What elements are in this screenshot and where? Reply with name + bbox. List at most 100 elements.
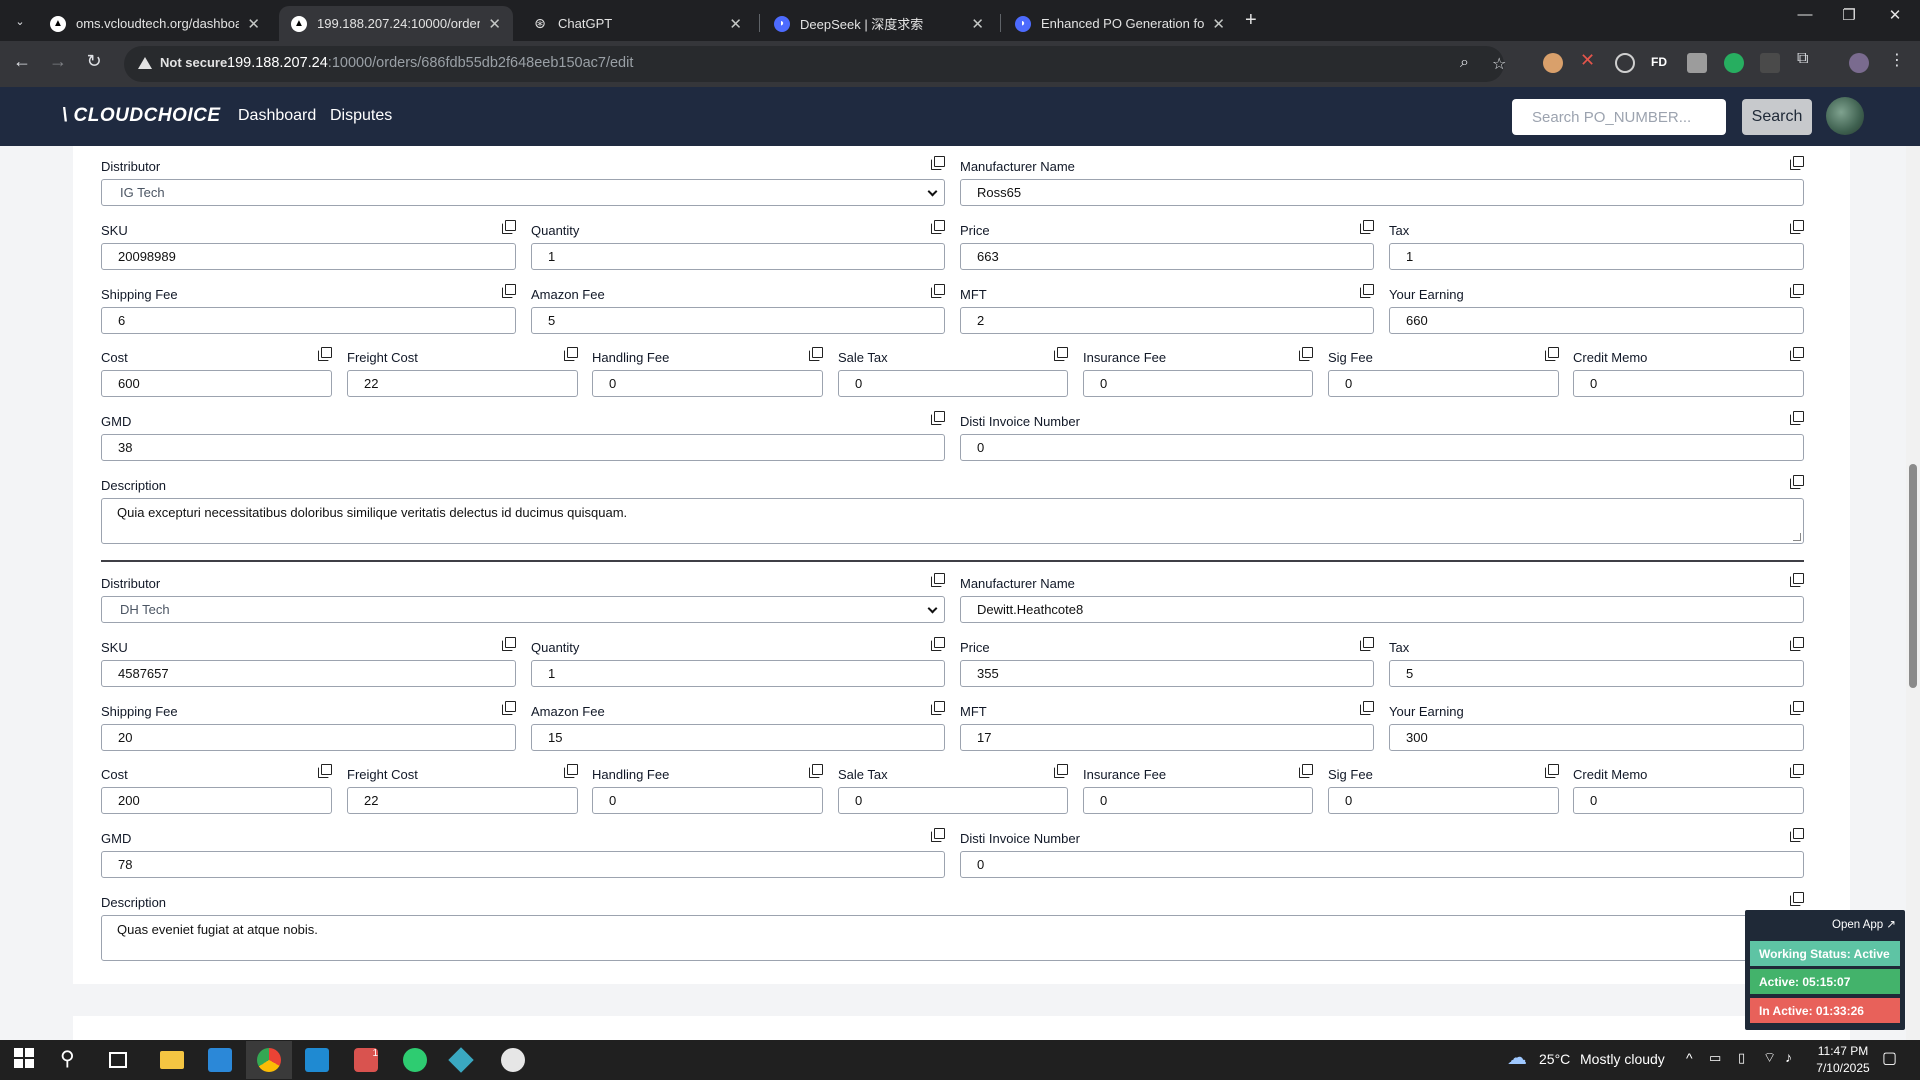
shipping-fee-input[interactable]: 20 (101, 724, 516, 751)
tray-wifi-icon[interactable]: ⌔ (1763, 1049, 1776, 1067)
handling-fee-input[interactable]: 0 (592, 370, 823, 397)
copy-icon[interactable] (1790, 892, 1804, 906)
copy-icon[interactable] (1790, 475, 1804, 489)
copy-icon[interactable] (1790, 411, 1804, 425)
copy-icon[interactable] (1790, 573, 1804, 587)
tab-search-chevron-icon[interactable]: ⌄ (8, 9, 32, 33)
copy-icon[interactable] (1790, 156, 1804, 170)
gmd-input[interactable]: 78 (101, 851, 945, 878)
amazon-fee-input[interactable]: 15 (531, 724, 945, 751)
user-avatar[interactable] (1826, 97, 1864, 135)
disti-invoice-number-input[interactable]: 0 (960, 851, 1804, 878)
tab-deepseek[interactable]: ◗ DeepSeek | 深度求索 ✕ (762, 6, 996, 41)
new-tab-plus-icon[interactable]: + (1245, 9, 1257, 32)
nav-disputes[interactable]: Disputes (330, 107, 392, 125)
address-bar[interactable]: Not secure 199.188.207.24:10000/orders/6… (124, 46, 1506, 82)
copy-icon[interactable] (809, 764, 823, 778)
sku-input[interactable]: 4587657 (101, 660, 516, 687)
task-view-icon[interactable] (109, 1052, 127, 1068)
app-diamond-icon[interactable] (448, 1047, 474, 1073)
description-textarea[interactable]: Quia excepturi necessitatibus doloribus … (101, 498, 1804, 544)
weather-temperature[interactable]: 25°C (1539, 1051, 1570, 1067)
close-tab-icon[interactable]: ✕ (1212, 15, 1225, 33)
copy-icon[interactable] (1054, 764, 1068, 778)
copy-icon[interactable] (564, 347, 578, 361)
copy-icon[interactable] (1545, 347, 1559, 361)
app-green-icon[interactable] (403, 1048, 427, 1072)
manufacturer-name-input[interactable]: Ross65 (960, 179, 1804, 206)
scrollbar-thumb[interactable] (1909, 464, 1917, 688)
distributor-select[interactable]: DH Tech (101, 596, 945, 623)
close-tab-icon[interactable]: ✕ (729, 15, 742, 33)
open-app-button[interactable]: Open App ↗ (1748, 912, 1902, 936)
handling-fee-input[interactable]: 0 (592, 787, 823, 814)
copy-icon[interactable] (931, 828, 945, 842)
app-avatar-icon[interactable] (501, 1048, 525, 1072)
extension-fd-icon[interactable]: FD (1651, 55, 1671, 75)
reload-icon[interactable]: ↻ (80, 51, 108, 72)
amazon-fee-input[interactable]: 5 (531, 307, 945, 334)
manufacturer-name-input[interactable]: Dewitt.Heathcote8 (960, 596, 1804, 623)
resize-grip-icon[interactable] (1793, 533, 1801, 541)
tray-network-icon[interactable]: ▭ (1709, 1050, 1721, 1066)
copy-icon[interactable] (502, 284, 516, 298)
description-textarea[interactable]: Quas eveniet fugiat at atque nobis. (101, 915, 1804, 961)
freight-cost-input[interactable]: 22 (347, 787, 578, 814)
close-tab-icon[interactable]: ✕ (247, 15, 260, 33)
store-icon[interactable] (208, 1048, 232, 1072)
chrome-icon[interactable] (257, 1048, 281, 1072)
close-tab-icon[interactable]: ✕ (488, 15, 501, 33)
restore-icon[interactable]: ❐ (1826, 6, 1872, 24)
copy-icon[interactable] (931, 637, 945, 651)
tax-input[interactable]: 5 (1389, 660, 1804, 687)
sku-input[interactable]: 20098989 (101, 243, 516, 270)
tab-order-edit[interactable]: ▲ 199.188.207.24:10000/orders/6 ✕ (279, 6, 513, 41)
tray-battery-icon[interactable]: ▯ (1738, 1050, 1745, 1066)
cost-input[interactable]: 200 (101, 787, 332, 814)
search-icon[interactable]: ⚲ (60, 1046, 84, 1070)
windows-start-icon[interactable] (14, 1048, 38, 1072)
mft-input[interactable]: 17 (960, 724, 1374, 751)
copy-icon[interactable] (1790, 764, 1804, 778)
close-window-icon[interactable]: ✕ (1872, 6, 1918, 24)
copy-icon[interactable] (931, 284, 945, 298)
insurance-fee-input[interactable]: 0 (1083, 787, 1313, 814)
sig-fee-input[interactable]: 0 (1328, 370, 1559, 397)
po-search-input[interactable] (1512, 99, 1726, 135)
tab-chatgpt[interactable]: ⊛ ChatGPT ✕ (520, 6, 754, 41)
vscode-icon[interactable] (305, 1048, 329, 1072)
extension-globe-icon[interactable] (1615, 53, 1635, 73)
extension-cast-icon[interactable] (1760, 53, 1780, 73)
weather-cloud-icon[interactable]: ☁ (1507, 1045, 1531, 1069)
copy-icon[interactable] (931, 220, 945, 234)
extension-avatar-icon[interactable] (1543, 53, 1563, 73)
weather-condition[interactable]: Mostly cloudy (1580, 1051, 1665, 1067)
tab-oms-dashboard[interactable]: ▲ oms.vcloudtech.org/dashboard ✕ (38, 6, 272, 41)
back-arrow-icon[interactable]: ← (8, 51, 36, 72)
extension-image-icon[interactable] (1687, 53, 1707, 73)
search-button[interactable]: Search (1742, 99, 1812, 135)
copy-icon[interactable] (1790, 284, 1804, 298)
copy-icon[interactable] (1054, 347, 1068, 361)
sig-fee-input[interactable]: 0 (1328, 787, 1559, 814)
minimize-icon[interactable]: — (1782, 6, 1828, 23)
profile-avatar-icon[interactable] (1849, 53, 1869, 73)
copy-icon[interactable] (809, 347, 823, 361)
copy-icon[interactable] (931, 573, 945, 587)
zoho-icon[interactable]: 1 (354, 1048, 378, 1072)
sale-tax-input[interactable]: 0 (838, 370, 1068, 397)
shipping-fee-input[interactable]: 6 (101, 307, 516, 334)
url-text[interactable]: 199.188.207.24:10000/orders/686fdb55db2f… (227, 55, 633, 71)
your-earning-input[interactable]: 660 (1389, 307, 1804, 334)
copy-icon[interactable] (1790, 828, 1804, 842)
copy-icon[interactable] (564, 764, 578, 778)
extension-x-icon[interactable]: ✕ (1580, 50, 1600, 70)
copy-icon[interactable] (1790, 637, 1804, 651)
tax-input[interactable]: 1 (1389, 243, 1804, 270)
cloudchoice-logo[interactable]: \ CLOUDCHOICE (62, 105, 221, 127)
quantity-input[interactable]: 1 (531, 243, 945, 270)
copy-icon[interactable] (1360, 220, 1374, 234)
sale-tax-input[interactable]: 0 (838, 787, 1068, 814)
copy-icon[interactable] (1299, 764, 1313, 778)
disti-invoice-number-input[interactable]: 0 (960, 434, 1804, 461)
